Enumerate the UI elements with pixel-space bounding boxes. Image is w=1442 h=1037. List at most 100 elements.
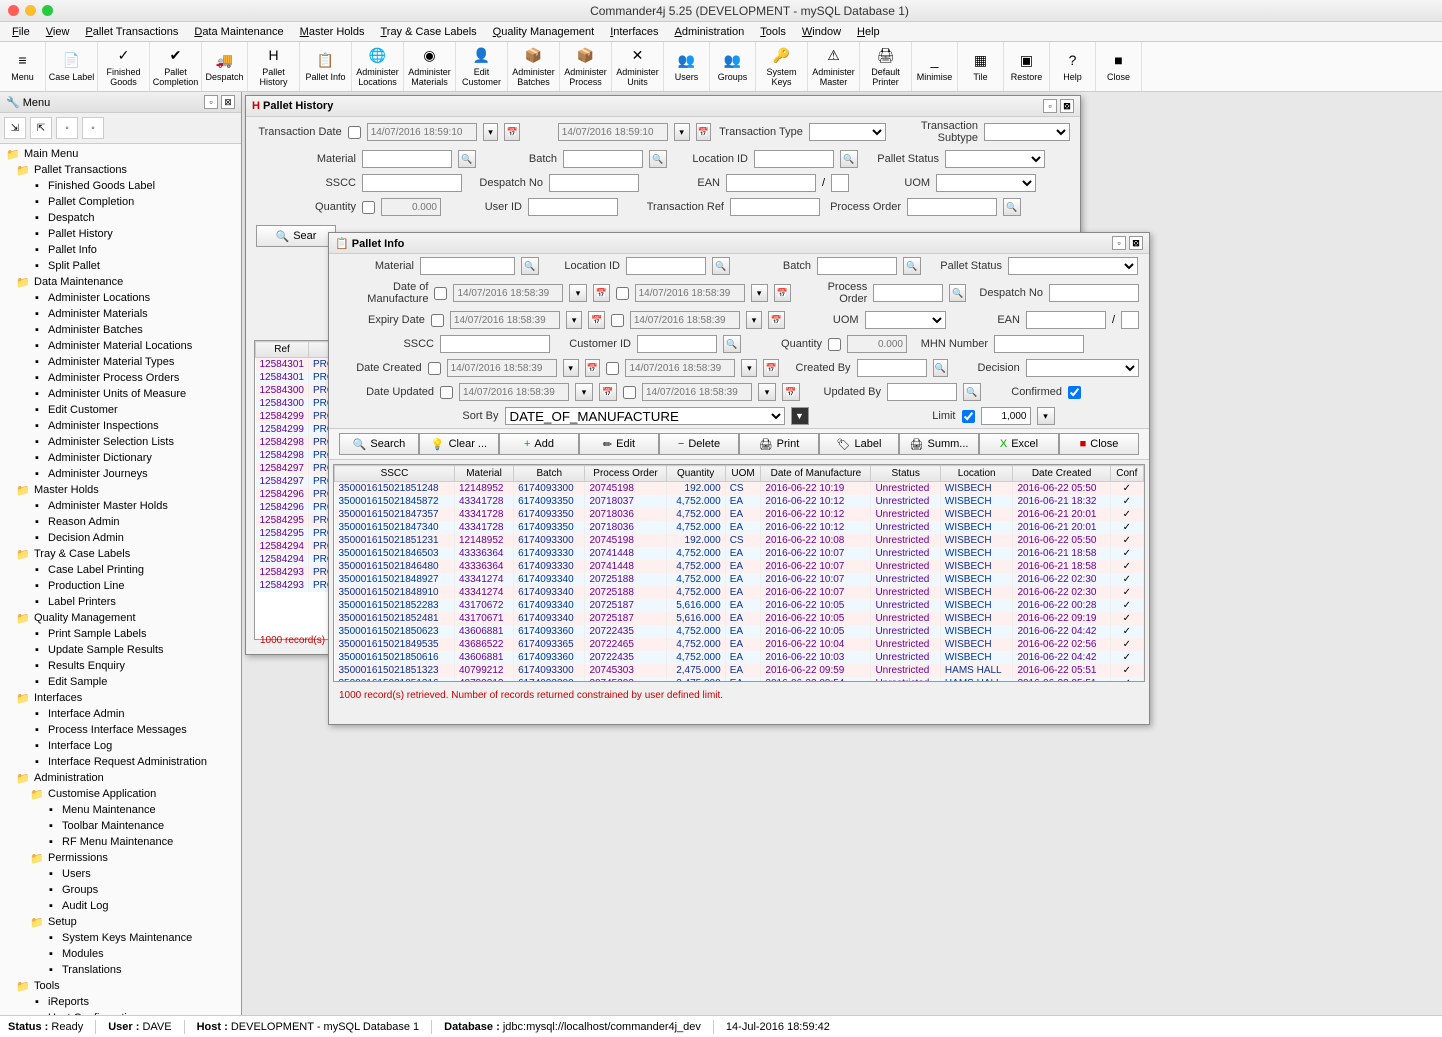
trans-date-to[interactable] [558,123,668,141]
toolbar-despatch[interactable]: 🚚Despatch [202,42,248,91]
table-row[interactable]: 3500016150218464804333636461740933302074… [335,560,1144,573]
history-uom-combo[interactable] [936,174,1036,192]
tree-item[interactable]: ▪Decision Admin [2,530,239,546]
info-close-icon[interactable]: ⊠ [1129,236,1143,250]
toolbar-caselabel[interactable]: 📄Case Label [46,42,98,91]
info-updatedby-input[interactable] [887,383,957,401]
info-dom-check[interactable] [434,287,447,300]
minimize-window-icon[interactable] [25,5,36,16]
col-header[interactable]: Status [871,466,940,482]
table-row[interactable]: 3500016150218495354368652261740933652072… [335,638,1144,651]
info-dom-to[interactable] [635,284,745,302]
toolbar-menu[interactable]: ≡Menu [0,42,46,91]
menu-administration[interactable]: Administration [667,26,753,38]
history-qty-check[interactable] [362,201,375,214]
zoom-window-icon[interactable] [42,5,53,16]
history-qty-input[interactable] [381,198,441,216]
sidebar-close-icon[interactable]: ⊠ [221,95,235,109]
info-dom-from[interactable] [453,284,563,302]
table-row[interactable]: 12584298PRO [256,449,340,462]
table-row[interactable]: 3500016150218489104334127461740933402072… [335,586,1144,599]
summ-button[interactable]: 🖨Summ... [899,433,979,455]
cal-icon[interactable]: 📅 [774,284,791,302]
tree-item[interactable]: ▪Process Interface Messages [2,722,239,738]
tree-item[interactable]: ▪Split Pallet [2,258,239,274]
table-row[interactable]: 3500016150218512481214895261740933002074… [335,482,1144,496]
info-ean-input[interactable] [1026,311,1106,329]
tree-item[interactable]: ▪Finished Goods Label [2,178,239,194]
history-search-button[interactable]: 🔍 Sear [256,225,336,247]
tree-root[interactable]: 📁Main Menu [2,146,239,162]
spinner-icon[interactable]: ▾ [575,383,593,401]
tree-action1-icon[interactable]: ◦ [56,117,78,139]
tree-item[interactable]: ▪Update Sample Results [2,642,239,658]
menu-window[interactable]: Window [794,26,849,38]
edit-button[interactable]: ✏Edit [579,433,659,455]
tree-item[interactable]: 📁Administration [2,770,239,786]
cal-icon[interactable]: 📅 [782,383,800,401]
lookup-icon[interactable]: 🔍 [1003,198,1021,216]
tree-item[interactable]: ▪Administer Batches [2,322,239,338]
table-row[interactable]: 12584300PRO [256,397,340,410]
table-row[interactable]: 3500016150218506164360688161740933602072… [335,651,1144,664]
history-material-input[interactable] [362,150,452,168]
cal-icon[interactable]: 📅 [588,311,604,329]
tree-item[interactable]: ▪Modules [2,946,239,962]
lookup-icon[interactable]: 🔍 [963,383,981,401]
tree-item[interactable]: ▪Production Line [2,578,239,594]
toolbar-groups[interactable]: 👥Groups [710,42,756,91]
cal-icon[interactable]: 📅 [768,311,784,329]
cal-icon[interactable]: 📅 [763,359,779,377]
info-confirmed-check[interactable] [1068,386,1081,399]
tree-item[interactable]: ▪Case Label Printing [2,562,239,578]
col-header[interactable]: Quantity [666,466,725,482]
history-status-combo[interactable] [945,150,1045,168]
toolbar-palletcompletion[interactable]: ✔Pallet Completion [150,42,202,91]
menu-help[interactable]: Help [849,26,888,38]
lookup-icon[interactable]: 🔍 [649,150,667,168]
info-cr-to[interactable] [625,359,735,377]
tree-item[interactable]: ▪Groups [2,882,239,898]
table-row[interactable]: 3500016150218524814317067161740933402072… [335,612,1144,625]
tree-item[interactable]: ▪Interface Admin [2,706,239,722]
tree-item[interactable]: ▪Results Enquiry [2,658,239,674]
table-row[interactable]: 12584297PRO [256,475,340,488]
info-sscc-input[interactable] [440,335,550,353]
table-row[interactable]: 12584301PRO [256,371,340,384]
toolbar-editcustomer[interactable]: 👤Edit Customer [456,42,508,91]
cal-icon[interactable]: 📅 [504,123,520,141]
toolbar-administerlocations[interactable]: 🌐Administer Locations [352,42,404,91]
table-row[interactable]: 12584293PRO [256,566,340,579]
tree-item[interactable]: ▪Pallet Info [2,242,239,258]
tree-item[interactable]: ▪Administer Process Orders [2,370,239,386]
tree-item[interactable]: ▪Toolbar Maintenance [2,818,239,834]
clear-button[interactable]: 💡Clear ... [419,433,499,455]
lookup-icon[interactable]: 🔍 [712,257,730,275]
tree-item[interactable]: ▪Administer Dictionary [2,450,239,466]
table-row[interactable]: 12584295PRO [256,527,340,540]
history-ean2-input[interactable] [831,174,849,192]
col-ref[interactable]: Ref [256,342,309,358]
info-cr-check2[interactable] [606,362,619,375]
spinner-icon[interactable]: ▾ [741,359,757,377]
tree-item[interactable]: 📁Pallet Transactions [2,162,239,178]
history-batch-input[interactable] [563,150,643,168]
cal-icon[interactable]: 📅 [696,123,712,141]
spinner-icon[interactable]: ▾ [569,284,586,302]
table-row[interactable]: 12584297PRO [256,462,340,475]
table-row[interactable]: 3500016150218506234360688161740933602072… [335,625,1144,638]
tree-item[interactable]: ▪Users [2,866,239,882]
info-header[interactable]: 📋 Pallet Info ▫ ⊠ [329,233,1149,254]
info-cr-from[interactable] [447,359,557,377]
lookup-icon[interactable]: 🔍 [903,257,921,275]
history-close-icon[interactable]: ⊠ [1060,99,1074,113]
info-qty-input[interactable] [847,335,907,353]
col-header[interactable]: Process Order [585,466,666,482]
history-po-input[interactable] [907,198,997,216]
tree-item[interactable]: ▪Administer Material Types [2,354,239,370]
cal-icon[interactable]: 📅 [593,284,610,302]
history-userid-input[interactable] [528,198,618,216]
history-transref-input[interactable] [730,198,820,216]
table-row[interactable]: 12584294PRO [256,540,340,553]
sidebar-maximize-icon[interactable]: ▫ [204,95,218,109]
